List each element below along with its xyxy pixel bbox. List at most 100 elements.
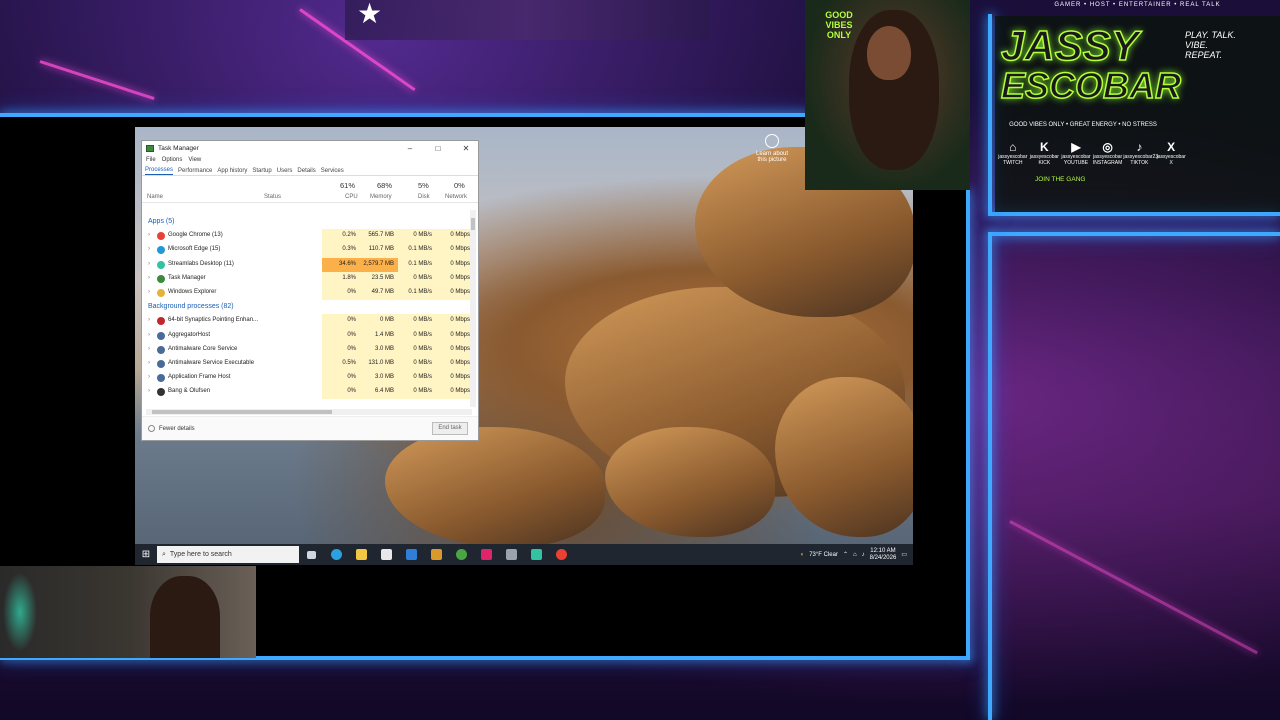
process-mem: 6.4 MB xyxy=(360,385,398,400)
chevron-right-icon[interactable]: › xyxy=(148,246,150,252)
tab-details[interactable]: Details xyxy=(297,168,315,175)
close-button[interactable]: ✕ xyxy=(454,144,478,153)
chrome-icon[interactable] xyxy=(549,544,574,565)
end-task-button[interactable]: End task xyxy=(432,422,468,435)
chevron-right-icon[interactable]: › xyxy=(148,346,150,352)
menu-options[interactable]: Options xyxy=(162,157,183,163)
process-row[interactable]: › Windows Explorer 0% 49.7 MB 0.1 MB/s 0 Mbps xyxy=(142,285,474,301)
process-row[interactable]: › Microsoft Edge (15) 0.3% 110.7 MB 0.1 MB/s… xyxy=(142,243,474,258)
network-icon[interactable]: ⌂ xyxy=(853,552,857,558)
edge-icon[interactable] xyxy=(324,544,349,565)
chevron-right-icon[interactable]: › xyxy=(148,261,150,267)
process-name: Google Chrome (13) xyxy=(168,232,223,239)
task-manager-window[interactable]: Task Manager – □ ✕ File Options View Pro… xyxy=(141,140,479,441)
group-header-label: Apps (5) xyxy=(148,218,175,225)
task-view-icon[interactable] xyxy=(299,544,324,565)
chevron-right-icon[interactable]: › xyxy=(148,289,150,295)
col-name[interactable]: Name xyxy=(147,194,163,200)
taskbar: ⊞ ⌕ Type here to search ◐ 73°F Clear ⌃ ⌂… xyxy=(135,544,913,565)
chevron-right-icon[interactable]: › xyxy=(148,332,150,338)
minimize-button[interactable]: – xyxy=(398,144,422,153)
brand-name: JASSY ESCOBAR xyxy=(1000,24,1191,107)
col-network[interactable]: Network xyxy=(445,194,467,200)
process-name: Streamlabs Desktop (11) xyxy=(168,260,234,267)
task-manager-taskbar-icon[interactable] xyxy=(499,544,524,565)
process-row[interactable]: › Application Frame Host 0% 3.0 MB 0 MB/s 0 M… xyxy=(142,371,474,386)
notification-icon[interactable]: ▭ xyxy=(901,551,907,558)
chevron-right-icon[interactable]: › xyxy=(148,232,150,238)
col-cpu[interactable]: CPU xyxy=(345,194,358,200)
social-link[interactable]: ◎ jassyescobar INSTAGRAM xyxy=(1092,140,1124,166)
social-link[interactable]: ▶ jassyescobar YOUTUBE xyxy=(1060,140,1092,166)
process-icon xyxy=(157,288,165,297)
chevron-up-icon[interactable]: ⌃ xyxy=(843,551,848,558)
social-link[interactable]: Kjassyescobar KICK xyxy=(1029,140,1061,166)
network-total: 0% xyxy=(454,181,465,190)
vertical-scrollbar[interactable] xyxy=(470,210,476,407)
process-row[interactable]: › Antimalware Core Service 0% 3.0 MB 0 MB/s 0… xyxy=(142,342,474,357)
fewer-details-button[interactable]: Fewer details xyxy=(148,425,195,432)
process-cpu: 0.5% xyxy=(322,356,360,372)
process-row[interactable]: › Task Manager 1.8% 23.5 MB 0 MB/s 0 Mbps xyxy=(142,271,474,286)
tab-startup[interactable]: Startup xyxy=(252,168,271,175)
clock[interactable]: 12:10 AM 8/24/2026 xyxy=(870,548,897,562)
col-memory[interactable]: Memory xyxy=(370,194,392,200)
process-net: 0 Mbps xyxy=(436,271,474,286)
streamlabs-icon[interactable] xyxy=(524,544,549,565)
window-title: Task Manager xyxy=(158,144,199,152)
process-row[interactable]: › AggregatorHost 0% 1.4 MB 0 MB/s 0 Mbps xyxy=(142,328,474,343)
volume-icon[interactable]: ♪ xyxy=(862,552,865,558)
weather-text[interactable]: 73°F Clear xyxy=(809,552,838,558)
chevron-right-icon[interactable]: › xyxy=(148,374,150,380)
xbox-icon[interactable] xyxy=(449,544,474,565)
menu-view[interactable]: View xyxy=(188,157,201,163)
store-icon[interactable] xyxy=(374,544,399,565)
col-disk[interactable]: Disk xyxy=(418,194,430,200)
brand-panel: GAMER • HOST • ENTERTAINER • REAL TALK J… xyxy=(995,2,1280,212)
title-bar[interactable]: Task Manager – □ ✕ xyxy=(142,141,478,155)
social-link[interactable]: Xjassyescobar X xyxy=(1155,140,1187,166)
menu-file[interactable]: File xyxy=(146,157,156,163)
process-row[interactable]: › 64-bit Synaptics Pointing Enhan... 0% 0 M… xyxy=(142,314,474,329)
chevron-right-icon[interactable]: › xyxy=(148,360,150,366)
taskbar-search[interactable]: ⌕ Type here to search xyxy=(157,546,299,563)
twitch-icon: ⌂ xyxy=(1009,140,1017,154)
tiktok-icon[interactable] xyxy=(474,544,499,565)
process-disk: 0 MB/s xyxy=(398,385,436,400)
tab-processes[interactable]: Processes xyxy=(145,167,174,175)
camera-icon xyxy=(765,134,779,148)
chevron-up-icon xyxy=(148,425,155,432)
horizontal-scrollbar[interactable] xyxy=(146,409,472,415)
learn-about-picture[interactable]: Learn about this picture xyxy=(752,134,792,163)
chevron-right-icon[interactable]: › xyxy=(148,388,150,394)
social-platform: TIKTOK xyxy=(1130,160,1149,166)
x-icon: X xyxy=(1167,140,1176,154)
social-platform: KICK xyxy=(1038,160,1051,166)
weather-icon: ◐ xyxy=(800,551,805,558)
tab-performance[interactable]: Performance xyxy=(178,168,212,175)
system-tray: ◐ 73°F Clear ⌃ ⌂ ♪ 12:10 AM 8/24/2026 ▭ xyxy=(801,544,907,565)
maximize-button[interactable]: □ xyxy=(426,144,450,153)
group-header[interactable]: Apps (5) xyxy=(142,215,474,229)
process-row[interactable]: › Google Chrome (13) 0.2% 565.7 MB 0 MB/s 0 M… xyxy=(142,229,474,244)
mail-icon[interactable] xyxy=(399,544,424,565)
windows-start-button[interactable]: ⊞ xyxy=(135,544,157,565)
process-row[interactable]: › Bang & Olufsen 0% 6.4 MB 0 MB/s 0 Mbps xyxy=(142,385,474,400)
process-row[interactable]: › Streamlabs Desktop (11) 34.6% 2,579.7 MB 0… xyxy=(142,257,474,272)
chevron-right-icon[interactable]: › xyxy=(148,275,150,281)
social-link[interactable]: ⌂ jassyescobar TWITCH xyxy=(997,140,1029,166)
group-header[interactable]: Background processes (82) xyxy=(142,300,474,314)
tab-users[interactable]: Users xyxy=(277,168,293,175)
app-icon[interactable] xyxy=(424,544,449,565)
process-row[interactable]: › Antimalware Service Executable 0.5% 131.0… xyxy=(142,356,474,372)
process-cpu: 0% xyxy=(322,285,360,301)
file-explorer-icon[interactable] xyxy=(349,544,374,565)
col-status[interactable]: Status xyxy=(264,194,281,200)
tab-app-history[interactable]: App history xyxy=(217,168,247,175)
social-link[interactable]: ♪ jassyescobar23 TIKTOK xyxy=(1123,140,1158,166)
process-net: 0 Mbps xyxy=(436,328,474,343)
process-name: AggregatorHost xyxy=(168,331,211,338)
social-platform: X xyxy=(1169,160,1173,166)
tab-services[interactable]: Services xyxy=(321,168,344,175)
chevron-right-icon[interactable]: › xyxy=(148,317,150,323)
